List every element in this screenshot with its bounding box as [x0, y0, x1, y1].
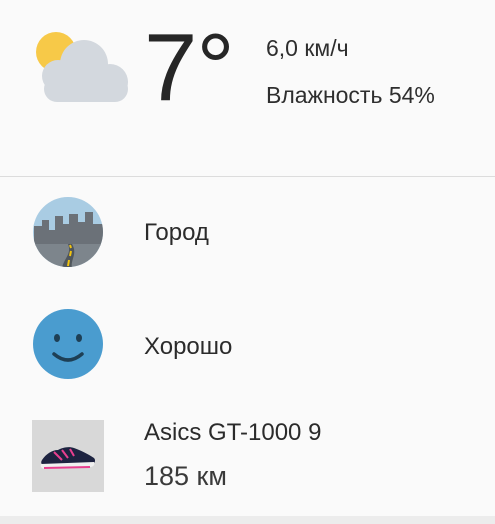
temperature-value: 7°: [144, 14, 235, 121]
partly-cloudy-icon: [36, 32, 128, 102]
weather-section: 7° 6,0 км/ч Влажность 54%: [0, 0, 495, 177]
shoe-name: Asics GT-1000 9: [144, 419, 322, 446]
environment-label: Город: [144, 219, 209, 246]
smiley-face-icon: [33, 309, 103, 379]
environment-row[interactable]: Город: [0, 196, 495, 270]
humidity-value: Влажность 54%: [266, 82, 435, 108]
feeling-row[interactable]: Хорошо: [0, 308, 495, 382]
feeling-label: Хорошо: [144, 333, 233, 360]
section-divider: [0, 176, 495, 177]
city-road-icon: [33, 197, 103, 267]
shoe-row[interactable]: Asics GT-1000 9 185 км: [0, 418, 495, 514]
shoe-distance: 185 км: [144, 461, 227, 491]
running-shoe-icon: [32, 420, 104, 492]
wind-speed: 6,0 км/ч: [266, 35, 349, 61]
bottom-divider: [0, 516, 495, 524]
